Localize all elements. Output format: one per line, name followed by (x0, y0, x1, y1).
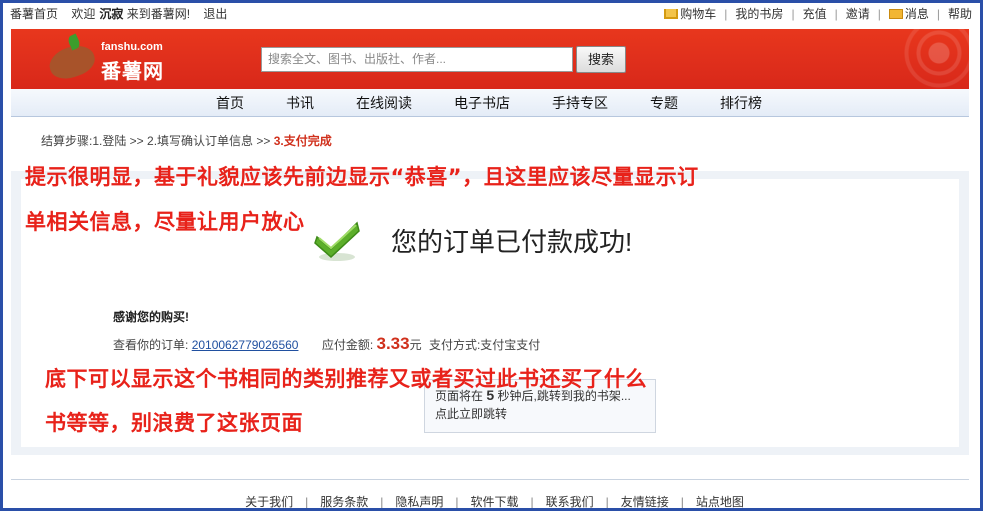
nav-item-home[interactable]: 首页 (216, 89, 244, 117)
thanks-text: 感谢您的购买! (113, 310, 189, 324)
search-button[interactable]: 搜索 (576, 46, 626, 73)
footer-sitemap[interactable]: 站点地图 (684, 495, 756, 508)
recharge-link[interactable]: 充值 (799, 7, 831, 21)
site-header: fanshu.com 番薯网 搜索全文、图书、出版社、作者... 搜索 (11, 29, 969, 89)
site-logo[interactable]: fanshu.com 番薯网 (43, 33, 183, 85)
divider: | (877, 7, 881, 21)
cart-label: 购物车 (680, 7, 717, 21)
order-id-link[interactable]: 2010062779026560 (192, 338, 299, 352)
username: 沉寂 (99, 7, 124, 21)
success-title: 您的订单已付款成功! (391, 227, 633, 257)
nav-item-ebook-store[interactable]: 电子书店 (454, 89, 510, 117)
order-info: 查看你的订单: 2010062779026560 应付金额: 3.33元 支付方… (113, 334, 540, 354)
welcome-prefix: 欢迎 (71, 7, 96, 21)
order-label: 查看你的订单: (113, 338, 189, 352)
checkmark-icon (314, 221, 360, 261)
divider: | (834, 7, 838, 21)
footer-links: 关于我们 | 服务条款 | 隐私声明 | 软件下载 | 联系我们 | 友情链接 | 站点地图 (3, 493, 980, 508)
nav-item-online-reading[interactable]: 在线阅读 (356, 89, 412, 117)
cart-link[interactable]: 购物车 (660, 7, 720, 21)
amount-label: 应付金额: (321, 338, 374, 352)
footer-software[interactable]: 软件下载 (458, 495, 530, 508)
nav-item-topics[interactable]: 专题 (650, 89, 678, 117)
messages-label: 消息 (904, 7, 929, 21)
amount-value: 3.33 (376, 334, 410, 353)
mail-icon (888, 9, 903, 19)
home-link[interactable]: 番薯首页 (10, 7, 58, 21)
footer-friend-links[interactable]: 友情链接 (609, 495, 681, 508)
annotation-bottom-line2: 书等等，别浪费了这张页面 (45, 411, 303, 435)
logout-link[interactable]: 退出 (203, 7, 227, 21)
my-books-link[interactable]: 我的书房 (731, 7, 787, 21)
browser-frame: 番薯首页 欢迎 沉寂 来到番薯网! 退出 购物车 | 我的书房 | 充值 | 邀请 | 消息 | 帮助… (0, 0, 983, 511)
invite-link[interactable]: 邀请 (842, 7, 874, 21)
nav-item-rankings[interactable]: 排行榜 (720, 89, 762, 117)
logo-name: 番薯网 (101, 61, 164, 83)
cart-icon (664, 9, 679, 19)
payment-method: 支付宝支付 (480, 338, 541, 352)
nav-item-news[interactable]: 书讯 (286, 89, 314, 117)
annotation-top-line1: 提示很明显，基于礼貌应该先前边显示“恭喜”，且这里应该尽量显示订 (25, 165, 699, 189)
divider: | (724, 7, 728, 21)
amount-unit: 元 (409, 338, 422, 352)
checkout-steps: 结算步骤:1.登陆 >> 2.填写确认订单信息 >> 3.支付完成 (41, 132, 332, 149)
footer-contact[interactable]: 联系我们 (534, 495, 606, 508)
welcome-suffix: 来到番薯网! (126, 7, 191, 21)
logo-domain: fanshu.com (101, 41, 163, 53)
payment-label: 支付方式: (428, 338, 481, 352)
redirect-now-link[interactable]: 点此立即跳转 (435, 405, 645, 423)
messages-link[interactable]: 消息 (885, 7, 933, 21)
steps-current: 3.支付完成 (273, 134, 332, 148)
header-swirl-decoration (819, 29, 969, 89)
divider: | (936, 7, 940, 21)
annotation-bottom-line1: 底下可以显示这个书相同的类别推荐又或者买过此书还买了什么 (45, 367, 647, 391)
search-input[interactable]: 搜索全文、图书、出版社、作者... (261, 47, 573, 72)
help-link[interactable]: 帮助 (944, 7, 976, 21)
steps-prefix: 结算步骤:1.登陆 >> 2.填写确认订单信息 >> (41, 134, 274, 148)
footer-privacy[interactable]: 隐私声明 (383, 495, 455, 508)
footer-about[interactable]: 关于我们 (233, 495, 305, 508)
footer-divider (11, 479, 969, 480)
annotation-top-line2: 单相关信息，尽量让用户放心 (25, 210, 305, 234)
footer-terms[interactable]: 服务条款 (308, 495, 380, 508)
nav-item-mobile[interactable]: 手持专区 (552, 89, 608, 117)
divider: | (791, 7, 795, 21)
top-bar: 番薯首页 欢迎 沉寂 来到番薯网! 退出 购物车 | 我的书房 | 充值 | 邀请 | 消息 | 帮助 (6, 3, 980, 27)
main-nav: 首页 书讯 在线阅读 电子书店 手持专区 专题 排行榜 (11, 89, 969, 117)
welcome-text: 欢迎 沉寂 来到番薯网! (71, 7, 190, 21)
